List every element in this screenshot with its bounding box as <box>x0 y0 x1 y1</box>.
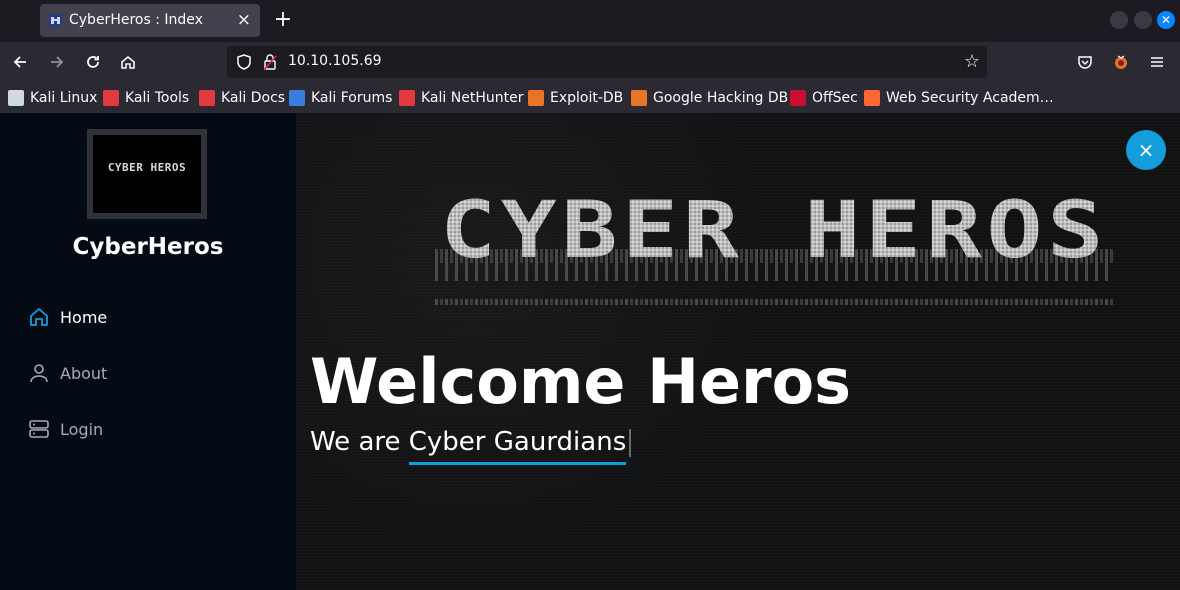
bookmark-label: Google Hacking DB <box>653 90 789 106</box>
exploit-db-icon <box>528 90 544 106</box>
reload-icon[interactable] <box>79 48 107 76</box>
ghdb-icon <box>631 90 647 106</box>
hero-subtitle: We are Cyber Gaurdians <box>310 427 632 465</box>
bookmark-item[interactable]: Web Security Academ… <box>864 88 1054 108</box>
home-icon[interactable] <box>114 48 142 76</box>
browser-toolbar: 10.10.105.69 ☆ <box>0 42 1180 82</box>
bookmark-item[interactable]: Kali NetHunter <box>399 88 523 108</box>
nethunter-icon <box>399 90 415 106</box>
bookmark-label: Kali Forums <box>311 90 393 106</box>
tab-title: CyberHeros : Index <box>69 12 203 28</box>
hero-title: Welcome Heros <box>310 345 852 418</box>
extension-icon[interactable] <box>1107 48 1135 76</box>
site-logo[interactable]: CYBER HEROS <box>87 129 207 219</box>
typed-text-value: Cyber Gaurdians <box>408 427 627 457</box>
bookmark-item[interactable]: Exploit-DB <box>528 88 623 108</box>
insecure-lock-icon[interactable] <box>263 53 277 71</box>
banner-art-text: CYBER HEROS <box>440 186 1108 276</box>
home-icon <box>30 308 48 326</box>
bookmark-label: OffSec <box>812 90 858 106</box>
offsec-icon <box>790 90 806 106</box>
site-favicon-icon <box>49 14 62 27</box>
window-minimize-button[interactable] <box>1110 11 1128 29</box>
kali-docs-icon <box>199 90 215 106</box>
tracking-shield-icon[interactable] <box>235 53 253 71</box>
bookmark-item[interactable]: OffSec <box>790 88 858 108</box>
portswigger-icon <box>864 90 880 106</box>
tab-close-icon[interactable]: × <box>237 10 251 30</box>
forward-arrow-icon[interactable] <box>43 48 71 76</box>
bookmark-label: Kali Tools <box>125 90 190 106</box>
url-text[interactable]: 10.10.105.69 <box>288 53 382 69</box>
typed-text: Cyber Gaurdians <box>408 427 627 465</box>
user-icon <box>30 364 48 383</box>
kali-tools-icon <box>103 90 119 106</box>
browser-tab-strip: CyberHeros : Index × + ✕ <box>0 0 1180 42</box>
url-bar[interactable]: 10.10.105.69 ☆ <box>227 46 987 78</box>
browser-tab[interactable]: CyberHeros : Index × <box>40 4 260 37</box>
bookmark-label: Web Security Academ… <box>886 90 1054 106</box>
nav-item-label: About <box>60 363 108 383</box>
nav-item-login[interactable]: Login <box>28 416 103 442</box>
nav-item-label: Home <box>60 307 108 327</box>
bookmark-item[interactable]: Kali Tools <box>103 88 189 108</box>
hamburger-menu-icon[interactable] <box>1143 48 1171 76</box>
bookmark-label: Kali Linux <box>30 90 98 106</box>
window-maximize-button[interactable] <box>1134 11 1152 29</box>
cyber-heros-banner-art: CYBER HEROS <box>434 186 1114 305</box>
bookmark-item[interactable]: Kali Linux <box>8 88 97 108</box>
hero-section: CYBER HEROS Welcome Heros We are Cyber G… <box>296 113 1180 590</box>
back-arrow-icon[interactable] <box>6 48 34 76</box>
pocket-icon[interactable] <box>1071 48 1099 76</box>
subtitle-prefix: We are <box>310 427 409 457</box>
sidebar: CYBER HEROS CyberHeros Home About Login <box>0 113 296 590</box>
web-page: CYBER HEROS CyberHeros Home About Login <box>0 113 1180 590</box>
server-icon <box>29 420 49 438</box>
bookmark-star-icon[interactable]: ☆ <box>964 51 980 72</box>
nav-item-about[interactable]: About <box>28 360 107 386</box>
mobile-nav-toggle-button[interactable]: × <box>1126 130 1166 170</box>
bookmark-label: Kali Docs <box>221 90 286 106</box>
typing-cursor <box>629 428 632 457</box>
window-close-button[interactable]: ✕ <box>1157 11 1175 29</box>
typed-underline <box>408 462 627 465</box>
new-tab-button[interactable]: + <box>271 8 295 32</box>
bookmarks-toolbar: Kali Linux Kali Tools Kali Docs Kali Forums… <box>0 82 1180 113</box>
bookmark-label: Kali NetHunter <box>421 90 524 106</box>
nav-item-home[interactable]: Home <box>28 304 107 330</box>
bookmark-item[interactable]: Kali Docs <box>199 88 285 108</box>
kali-icon <box>8 90 24 106</box>
kali-forums-icon <box>289 90 305 106</box>
bookmark-label: Exploit-DB <box>550 90 624 106</box>
bookmark-item[interactable]: Google Hacking DB <box>631 88 788 108</box>
nav-item-label: Login <box>60 419 104 439</box>
logo-text: CYBER HEROS <box>107 161 187 174</box>
bookmark-item[interactable]: Kali Forums <box>289 88 392 108</box>
site-name[interactable]: CyberHeros <box>0 234 296 260</box>
